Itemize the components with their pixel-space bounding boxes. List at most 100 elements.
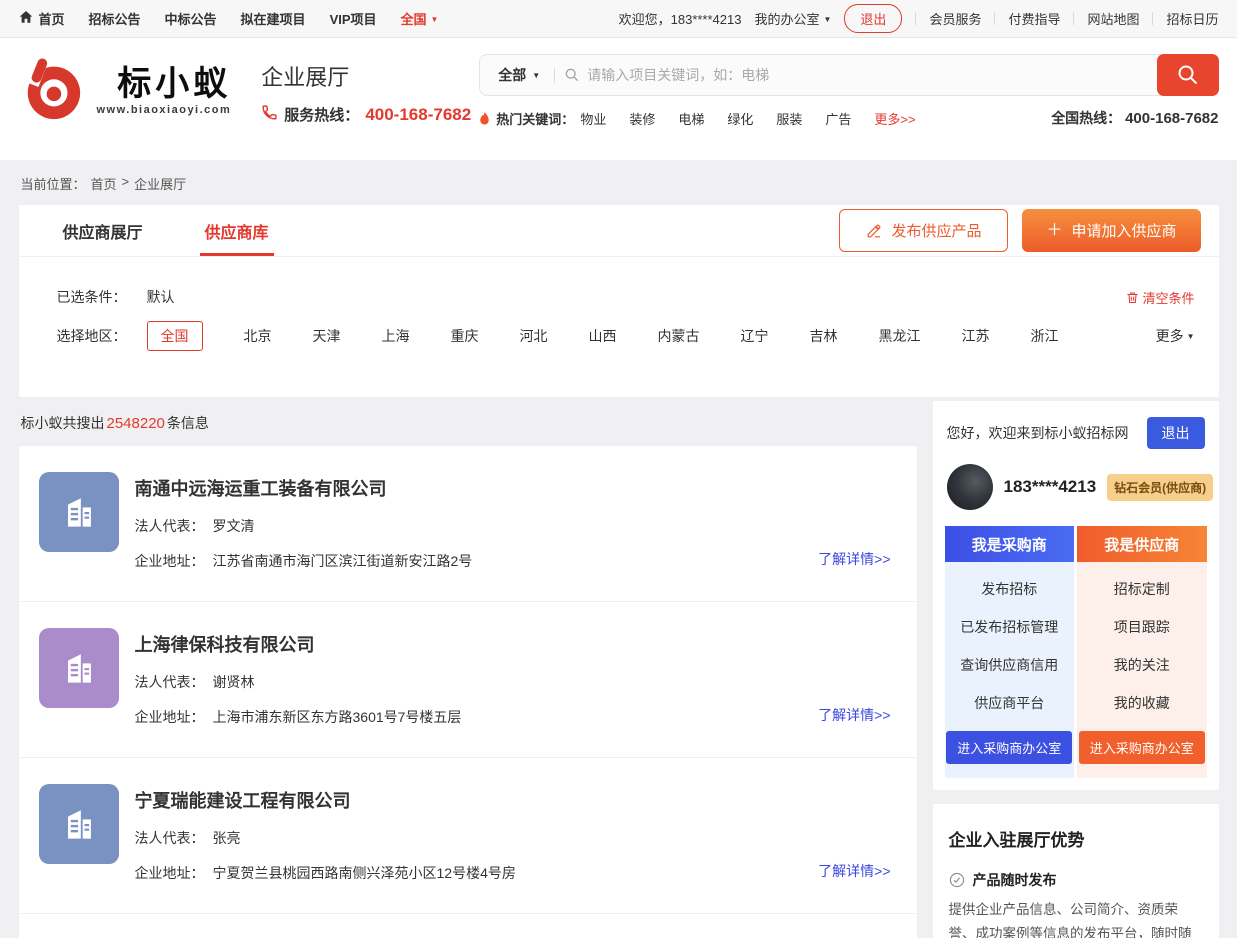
search-input[interactable] — [579, 67, 1156, 83]
benefits-card: 企业入驻展厅优势 产品随时发布 提供企业产品信息、公司简介、资质荣誉、成功案例等… — [933, 804, 1219, 938]
region-more-button[interactable]: 更多 ▼ — [1156, 326, 1195, 346]
clear-conditions-button[interactable]: 清空条件 — [1126, 288, 1194, 307]
view-details-link[interactable]: 了解详情>> — [818, 861, 890, 881]
address-value: 江苏省南通市海门区滨江街道新安江路2号 — [213, 553, 473, 569]
supplier-menu-item[interactable]: 项目跟踪 — [1077, 608, 1207, 646]
nav-home[interactable]: 首页 — [19, 9, 65, 28]
view-details-link[interactable]: 了解详情>> — [818, 549, 890, 569]
company-name[interactable]: 宁夏瑞能建设工程有限公司 — [135, 787, 893, 813]
buyer-menu-item[interactable]: 发布招标 — [945, 570, 1075, 608]
supplier-panel: 供应商展厅 供应商库 发布供应产品 ＋ 申请加入供应商 已选条件： 默认 — [19, 205, 1219, 397]
region-option[interactable]: 江苏 — [962, 326, 990, 346]
company-list-item: 宁夏瑞能建设工程有限公司 法人代表：张亮 企业地址：宁夏贺兰县桃园西路南侧兴泽苑… — [19, 757, 917, 913]
company-name[interactable]: 上海律保科技有限公司 — [135, 631, 893, 657]
divider — [554, 68, 555, 83]
hot-keyword[interactable]: 物业 — [580, 109, 606, 128]
hot-keyword[interactable]: 装修 — [629, 109, 655, 128]
benefit-description: 提供企业产品信息、公司简介、资质荣誉、成功案例等信息的发布平台，随时随地网上展示… — [949, 898, 1203, 938]
topbar-region-selector[interactable]: 全国 ▼ — [401, 9, 439, 28]
chevron-down-icon: ▼ — [532, 72, 540, 80]
link-payment-guide[interactable]: 付费指导 — [1008, 9, 1060, 28]
region-option-selected[interactable]: 全国 — [147, 321, 203, 351]
national-hotline-number: 400-168-7682 — [1125, 110, 1218, 127]
legal-rep-value: 张亮 — [213, 830, 241, 846]
supplier-menu-item[interactable]: 我的关注 — [1077, 646, 1207, 684]
buyer-menu-item[interactable]: 供应商平台 — [945, 684, 1075, 722]
region-option[interactable]: 黑龙江 — [879, 326, 921, 346]
tab-i-am-supplier[interactable]: 我是供应商 — [1077, 526, 1207, 562]
nav-vip-projects[interactable]: VIP项目 — [330, 9, 377, 28]
region-option[interactable]: 北京 — [244, 326, 272, 346]
hot-keywords-more-link[interactable]: 更多>> — [874, 109, 915, 128]
apply-join-supplier-button[interactable]: ＋ 申请加入供应商 — [1022, 209, 1200, 252]
flame-icon — [479, 111, 490, 126]
breadcrumb-home[interactable]: 首页 — [91, 174, 117, 193]
company-list-item: 华容县王生元建筑工程施工队 法人代表：王生元 企业地址： 了解详情>> — [19, 913, 917, 938]
region-option[interactable]: 重庆 — [451, 326, 479, 346]
my-office-menu[interactable]: 我的办公室 ▼ — [754, 9, 831, 28]
breadcrumb: 当前位置： 首页 > 企业展厅 — [19, 160, 1219, 205]
header: 标小蚁 www.biaoxiaoyi.com 企业展厅 服务热线： 400-16… — [0, 38, 1237, 160]
building-icon — [39, 628, 119, 708]
chevron-down-icon: ▼ — [824, 16, 832, 24]
page-title: 企业展厅 — [261, 60, 479, 92]
view-details-link[interactable]: 了解详情>> — [818, 705, 890, 725]
pencil-icon — [866, 223, 882, 239]
link-sitemap[interactable]: 网站地图 — [1087, 9, 1139, 28]
hot-keywords-label: 热门关键词： — [496, 109, 574, 128]
search-category-dropdown[interactable]: 全部 ▼ — [480, 65, 554, 85]
supplier-list: 南通中远海运重工装备有限公司 法人代表： 罗文清 企业地址： 江苏省南通市海门区滨江… — [19, 446, 917, 938]
region-option[interactable]: 吉林 — [810, 326, 838, 346]
enter-supplier-office-button[interactable]: 进入采购商办公室 — [1079, 731, 1205, 764]
hotline-number: 400-168-7682 — [365, 105, 471, 125]
hot-keyword[interactable]: 电梯 — [678, 109, 704, 128]
search-icon — [1176, 63, 1200, 87]
address-value: 上海市浦东新区东方路3601号7号楼五层 — [213, 709, 462, 725]
logo[interactable]: 标小蚁 www.biaoxiaoyi.com — [19, 54, 232, 128]
legal-rep-label: 法人代表： — [135, 830, 205, 846]
publish-supply-product-button[interactable]: 发布供应产品 — [839, 209, 1008, 252]
tab-supplier-showroom[interactable]: 供应商展厅 — [57, 205, 149, 256]
chevron-down-icon: ▼ — [431, 16, 439, 24]
tab-i-am-buyer[interactable]: 我是采购商 — [945, 526, 1075, 562]
region-option[interactable]: 浙江 — [1031, 326, 1059, 346]
buyer-menu-item[interactable]: 查询供应商信用 — [945, 646, 1075, 684]
supplier-menu-item[interactable]: 我的收藏 — [1077, 684, 1207, 722]
building-icon — [39, 472, 119, 552]
search-icon — [565, 68, 579, 82]
region-option[interactable]: 天津 — [313, 326, 341, 346]
brand-logo-icon — [19, 56, 85, 127]
legal-rep-label: 法人代表： — [135, 674, 205, 690]
hotline-label: 服务热线： — [284, 104, 359, 125]
sidebar-logout-button[interactable]: 退出 — [1147, 417, 1205, 449]
region-option[interactable]: 辽宁 — [741, 326, 769, 346]
company-name[interactable]: 南通中远海运重工装备有限公司 — [135, 475, 893, 501]
buyer-menu-item[interactable]: 已发布招标管理 — [945, 608, 1075, 646]
address-label: 企业地址： — [135, 865, 205, 881]
link-tender-calendar[interactable]: 招标日历 — [1166, 9, 1218, 28]
user-card: 您好，欢迎来到标小蚁招标网 退出 183****4213 钻石会员(供应商) 我… — [933, 401, 1219, 790]
hot-keyword[interactable]: 绿化 — [727, 109, 753, 128]
supplier-menu-item[interactable]: 招标定制 — [1077, 570, 1207, 608]
chevron-down-icon: ▼ — [1187, 333, 1195, 341]
search-button[interactable] — [1157, 54, 1219, 96]
company-list-item: 上海律保科技有限公司 法人代表：谢贤林 企业地址：上海市浦东新区东方路3601号… — [19, 601, 917, 757]
region-option[interactable]: 河北 — [520, 326, 548, 346]
region-option[interactable]: 内蒙古 — [658, 326, 700, 346]
nav-winning-announcements[interactable]: 中标公告 — [165, 9, 217, 28]
nav-proposed-projects[interactable]: 拟在建项目 — [241, 9, 306, 28]
enter-buyer-office-button[interactable]: 进入采购商办公室 — [946, 731, 1072, 764]
sidebar-welcome-text: 您好，欢迎来到标小蚁招标网 — [947, 423, 1129, 443]
hot-keyword[interactable]: 服装 — [776, 109, 802, 128]
region-option[interactable]: 山西 — [589, 326, 617, 346]
address-label: 企业地址： — [135, 553, 205, 569]
region-option[interactable]: 上海 — [382, 326, 410, 346]
tab-supplier-library[interactable]: 供应商库 — [199, 205, 275, 256]
link-member-services[interactable]: 会员服务 — [929, 9, 981, 28]
nav-tender-announcements[interactable]: 招标公告 — [89, 9, 141, 28]
hot-keyword[interactable]: 广告 — [825, 109, 851, 128]
legal-rep-label: 法人代表： — [135, 518, 205, 534]
legal-rep-value: 罗文清 — [213, 518, 255, 534]
logout-button[interactable]: 退出 — [844, 4, 902, 33]
breadcrumb-current: 企业展厅 — [134, 174, 186, 193]
